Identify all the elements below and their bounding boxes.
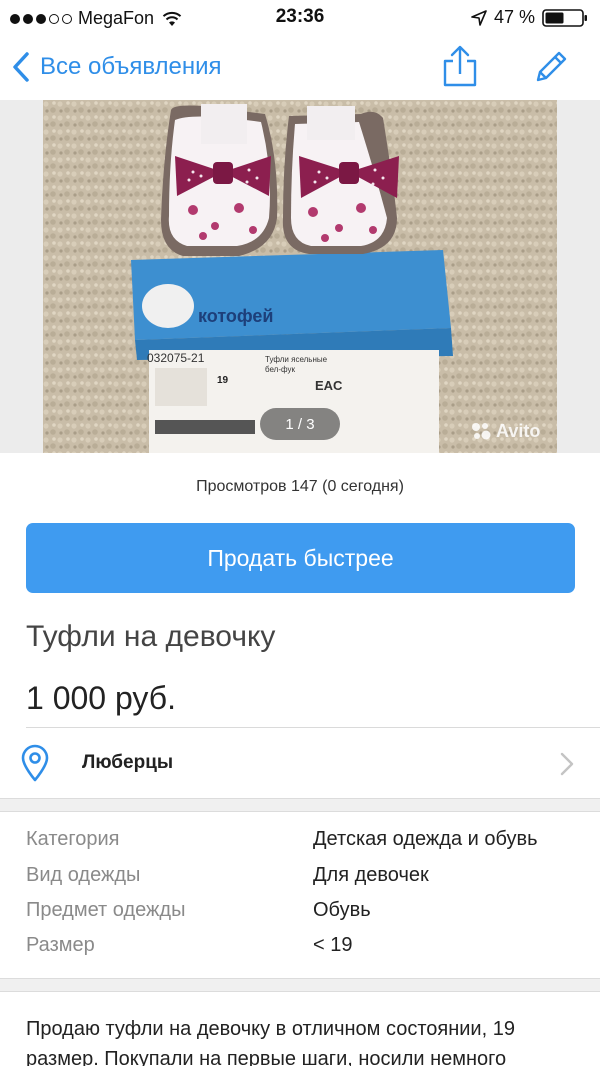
box-brand-label: котофей	[198, 306, 273, 326]
chevron-left-icon	[13, 52, 29, 82]
avito-logo-icon	[472, 423, 491, 440]
location-pin-icon	[21, 744, 49, 782]
property-value: Детская одежда и обувь	[313, 828, 538, 850]
status-left: MegaFon	[10, 8, 182, 29]
battery-icon	[542, 8, 587, 27]
box-article-label: 032075-21	[147, 351, 205, 365]
property-row: Категория Детская одежда и обувь	[0, 828, 600, 862]
location-arrow-icon	[471, 9, 487, 26]
status-right: 47 %	[471, 7, 588, 28]
property-label: Размер	[26, 934, 95, 956]
property-row: Вид одежды Для девочек	[0, 864, 600, 898]
property-value: Обувь	[313, 899, 371, 921]
section-separator	[0, 798, 600, 812]
battery-percent: 47 %	[493, 7, 535, 27]
edit-button[interactable]	[532, 46, 572, 86]
svg-text:EAC: EAC	[315, 378, 343, 393]
listing-description: Продаю туфли на девочку в отличном состо…	[26, 1018, 515, 1066]
box-color-label: бел-фук	[265, 365, 296, 374]
location-name: Люберцы	[82, 752, 174, 773]
location-row[interactable]: Люберцы	[0, 728, 600, 798]
sell-faster-button[interactable]: Продать быстрее	[26, 523, 575, 593]
navigation-bar: Все объявления	[0, 36, 600, 100]
signal-strength-icon	[10, 13, 72, 24]
property-row: Предмет одежды Обувь	[0, 899, 600, 933]
wifi-icon	[162, 11, 182, 26]
property-label: Категория	[26, 828, 120, 850]
property-value: Для девочек	[313, 864, 429, 886]
listing-title: Туфли на девочку	[26, 620, 276, 653]
watermark-text: Avito	[496, 420, 541, 441]
box-product-label: Туфли ясельные	[265, 355, 328, 364]
section-separator	[0, 978, 600, 992]
listing-photo[interactable]: 032075-21 Туфли ясельные бел-фук 19 EAC …	[43, 100, 557, 453]
back-label: Все объявления	[40, 53, 222, 80]
share-button[interactable]	[440, 44, 480, 88]
pencil-icon	[536, 51, 567, 82]
views-counter: Просмотров 147 (0 сегодня)	[196, 478, 404, 495]
photo-gallery[interactable]: 032075-21 Туфли ясельные бел-фук 19 EAC …	[0, 100, 600, 453]
property-value: < 19	[313, 934, 353, 956]
property-label: Вид одежды	[26, 864, 141, 886]
listing-price: 1 000 руб.	[26, 680, 176, 716]
share-icon	[443, 45, 477, 87]
back-button[interactable]: Все объявления	[10, 50, 222, 84]
avito-watermark: Avito	[470, 420, 540, 442]
property-row: Размер < 19	[0, 934, 600, 968]
carrier-name: MegaFon	[78, 8, 155, 28]
chevron-right-icon	[560, 752, 574, 776]
box-size-label: 19	[217, 375, 229, 386]
status-bar: MegaFon 23:36 47 %	[0, 0, 600, 36]
photo-counter: 1 / 3	[260, 408, 340, 440]
property-label: Предмет одежды	[26, 899, 186, 921]
